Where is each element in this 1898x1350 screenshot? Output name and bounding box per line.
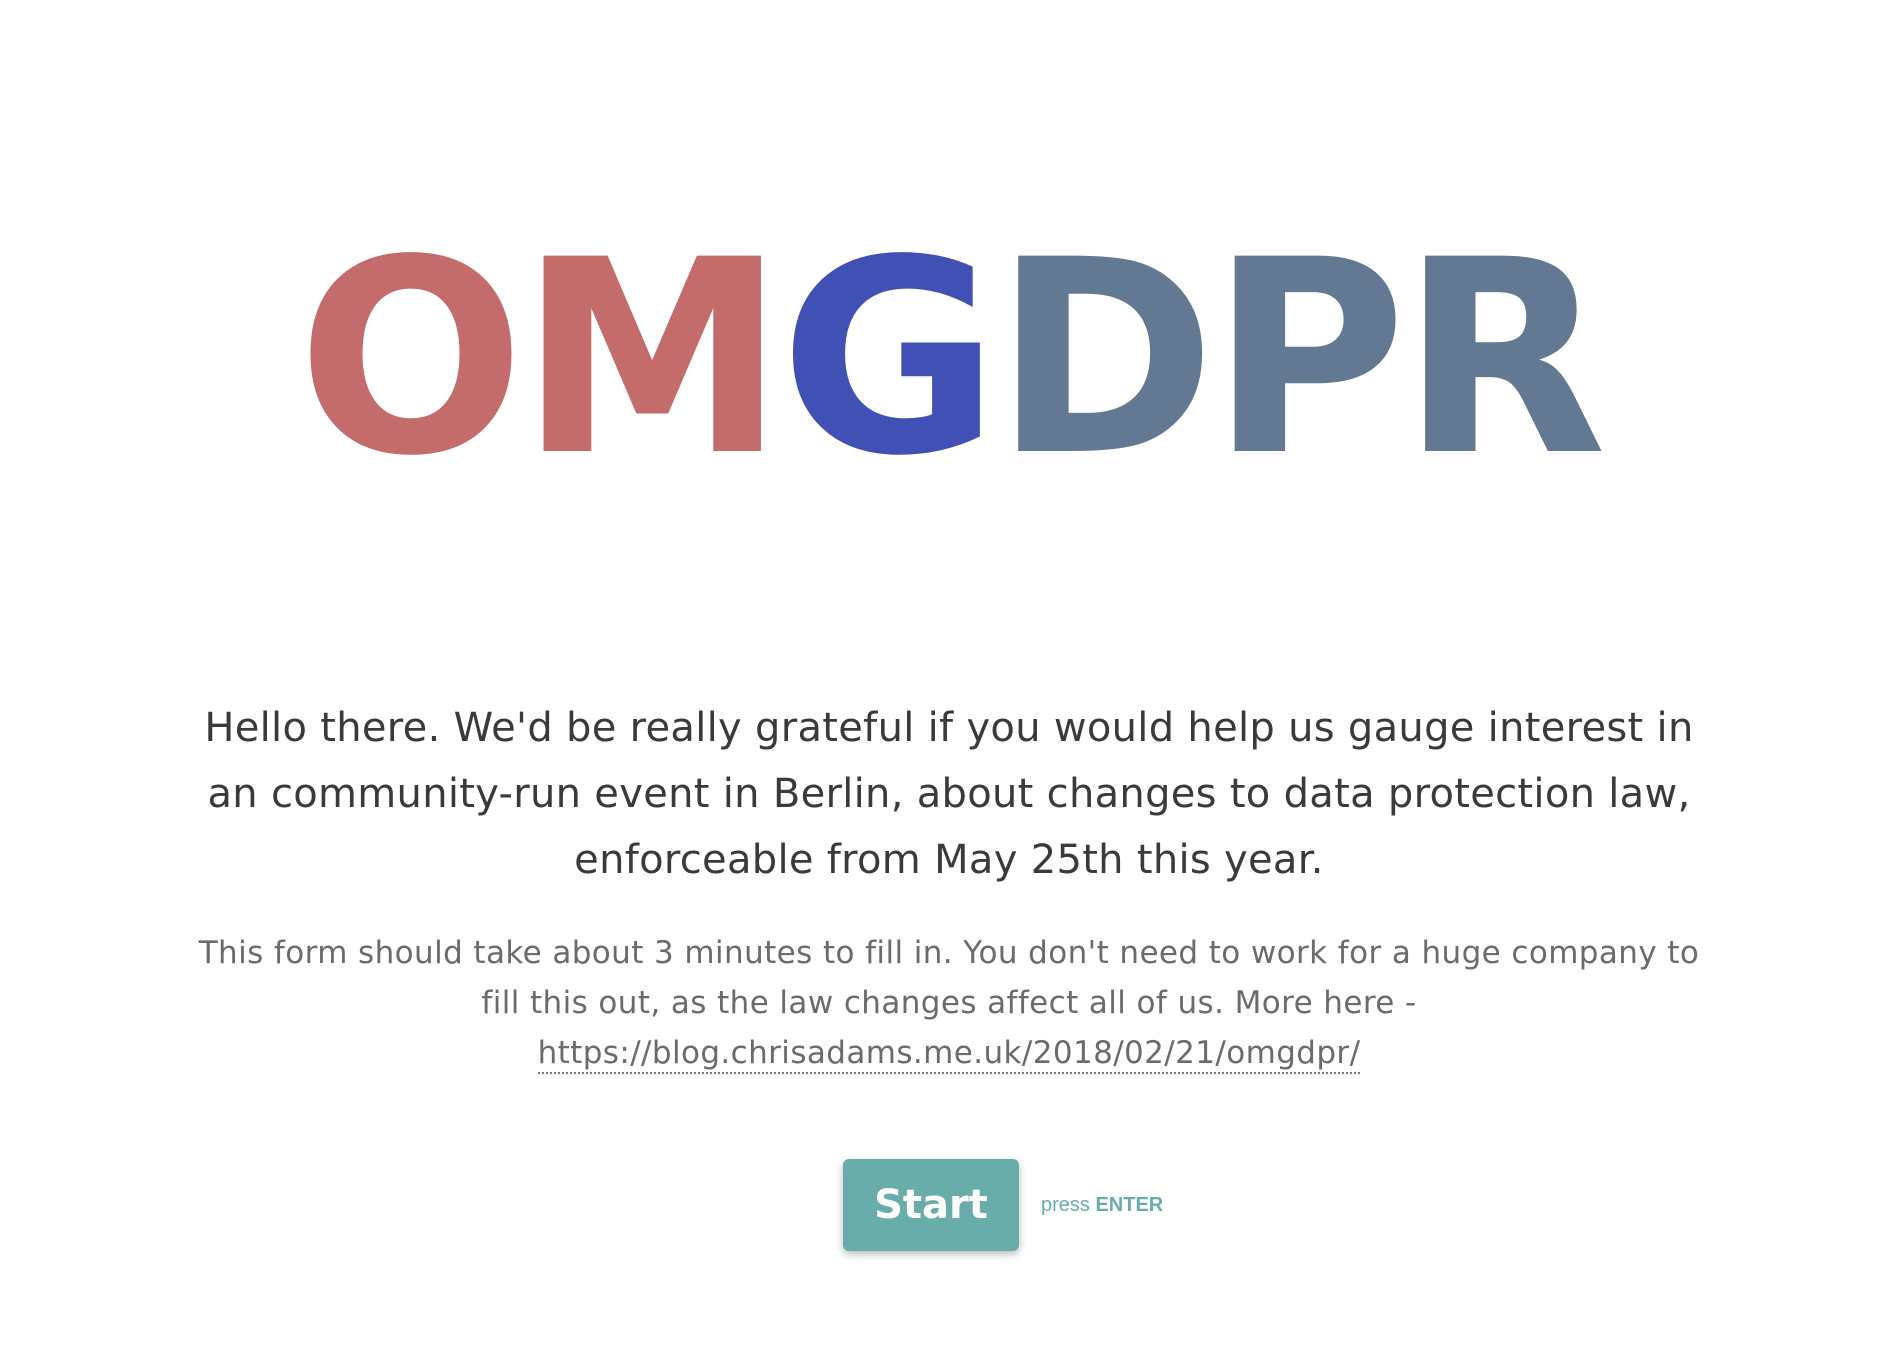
description-text: This form should take about 3 minutes to… xyxy=(198,935,1700,1021)
omgdpr-logo: OMGDPR xyxy=(0,225,1898,493)
logo-part-g: G xyxy=(779,203,1000,515)
press-enter-hint: press ENTER xyxy=(1041,1194,1163,1217)
hint-prefix: press xyxy=(1041,1193,1090,1216)
logo-part-om: OM xyxy=(297,203,786,515)
blog-link[interactable]: https://blog.chrisadams.me.uk/2018/02/21… xyxy=(537,1035,1361,1074)
start-button[interactable]: Start xyxy=(843,1159,1019,1251)
start-area: Start press ENTER xyxy=(843,1159,1163,1251)
logo-part-dpr: DPR xyxy=(993,203,1607,515)
form-description: This form should take about 3 minutes to… xyxy=(180,928,1718,1078)
welcome-message: Hello there. We'd be really grateful if … xyxy=(204,705,1694,883)
hint-key: ENTER xyxy=(1095,1193,1164,1216)
